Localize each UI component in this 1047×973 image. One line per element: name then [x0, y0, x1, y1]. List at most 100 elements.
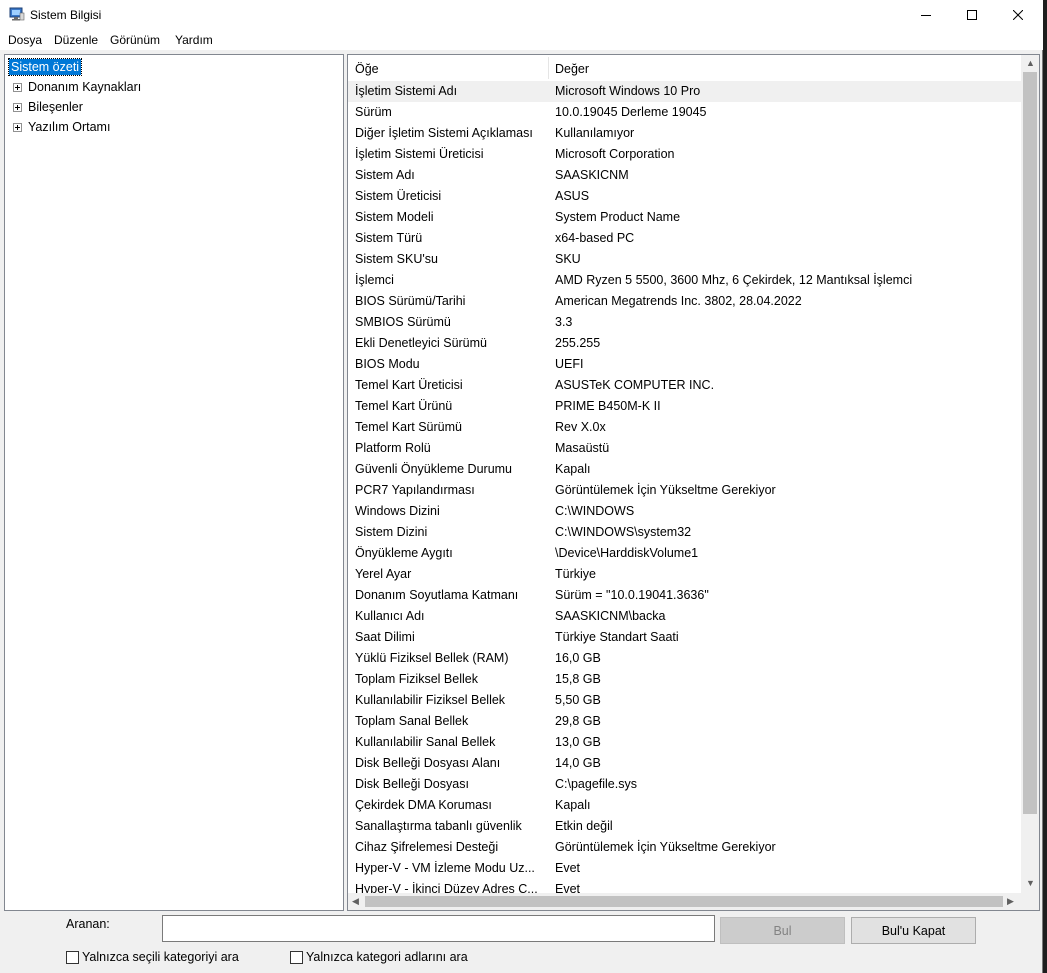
minimize-icon — [921, 15, 931, 16]
vertical-scrollbar[interactable]: ▲ ▼ — [1021, 55, 1039, 893]
table-row[interactable]: Donanım Soyutlama Katmanı Sürüm = "10.0.1… — [348, 585, 1021, 606]
menu-file[interactable]: Dosya — [8, 33, 42, 47]
title-bar[interactable]: Sistem Bilgisi — [0, 0, 1043, 30]
horizontal-scroll-thumb[interactable] — [365, 896, 1003, 907]
scroll-right-icon[interactable]: ▶ — [1007, 897, 1014, 906]
table-row[interactable]: Yüklü Fiziksel Bellek (RAM) 16,0 GB — [348, 648, 1021, 669]
table-row[interactable]: Platform Rolü Masaüstü — [348, 438, 1021, 459]
table-row[interactable]: Sistem Dizini C:\WINDOWS\system32 — [348, 522, 1021, 543]
table-row[interactable]: Kullanıcı Adı SAASKICNM\backa — [348, 606, 1021, 627]
row-item-cell: Yerel Ayar — [355, 567, 412, 581]
row-item-cell: Toplam Fiziksel Bellek — [355, 672, 478, 686]
expand-icon[interactable] — [13, 102, 22, 112]
table-row[interactable]: PCR7 Yapılandırması Görüntülemek İçin Yük… — [348, 480, 1021, 501]
row-item-cell: Önyükleme Aygıtı — [355, 546, 453, 560]
maximize-button[interactable] — [949, 0, 995, 30]
column-header-item[interactable]: Öğe — [355, 62, 379, 76]
row-item-cell: Güvenli Önyükleme Durumu — [355, 462, 513, 476]
table-row[interactable]: Sistem SKU'su SKU — [348, 249, 1021, 270]
table-row[interactable]: Windows Dizini C:\WINDOWS — [348, 501, 1021, 522]
table-row[interactable]: Saat Dilimi Türkiye Standart Saati — [348, 627, 1021, 648]
table-row[interactable]: Sistem Üreticisi ASUS — [348, 186, 1021, 207]
menu-view[interactable]: Görünüm — [110, 33, 160, 47]
tree-item-label: Bileşenler — [28, 100, 83, 114]
search-selected-category-checkbox[interactable] — [66, 950, 79, 964]
row-value-cell: Sürüm = "10.0.19041.3636" — [555, 588, 709, 602]
table-row[interactable]: Hyper-V - VM İzleme Modu Uz... Evet — [348, 858, 1021, 879]
table-row[interactable]: Ekli Denetleyici Sürümü 255.255 — [348, 333, 1021, 354]
table-row[interactable]: İşletim Sistemi Adı Microsoft Windows 10 … — [348, 81, 1021, 102]
search-selected-category-label: Yalnızca seçili kategoriyi ara — [82, 950, 239, 964]
table-row[interactable]: Önyükleme Aygıtı \Device\HarddiskVolume1 — [348, 543, 1021, 564]
row-value-cell: Kapalı — [555, 462, 591, 476]
row-value-cell: Türkiye Standart Saati — [555, 630, 679, 644]
row-item-cell: Sistem Modeli — [355, 210, 434, 224]
table-row[interactable]: Diğer İşletim Sistemi Açıklaması Kullanıl… — [348, 123, 1021, 144]
table-row[interactable]: Sanallaştırma tabanlı güvenlik Etkin deği… — [348, 816, 1021, 837]
category-tree[interactable]: Sistem özeti Donanım Kaynakları Bileşenl… — [4, 54, 344, 911]
table-row[interactable]: Disk Belleği Dosyası C:\pagefile.sys — [348, 774, 1021, 795]
table-row[interactable]: Sürüm 10.0.19045 Derleme 19045 — [348, 102, 1021, 123]
tree-item-components[interactable]: Bileşenler — [11, 98, 85, 116]
minimize-button[interactable] — [903, 0, 949, 30]
row-value-cell: 13,0 GB — [555, 735, 601, 749]
table-row[interactable]: SMBIOS Sürümü 3.3 — [348, 312, 1021, 333]
row-value-cell: 3.3 — [555, 315, 573, 329]
table-row[interactable]: Kullanılabilir Fiziksel Bellek 5,50 GB — [348, 690, 1021, 711]
table-row[interactable]: Güvenli Önyükleme Durumu Kapalı — [348, 459, 1021, 480]
row-value-cell: 15,8 GB — [555, 672, 601, 686]
table-row[interactable]: Kullanılabilir Sanal Bellek 13,0 GB — [348, 732, 1021, 753]
table-row[interactable]: Temel Kart Ürünü PRIME B450M-K II — [348, 396, 1021, 417]
window-title: Sistem Bilgisi — [30, 8, 102, 22]
row-value-cell: Evet — [555, 861, 581, 875]
close-window-button[interactable] — [995, 0, 1041, 30]
search-input[interactable] — [162, 915, 715, 942]
scrollbar-corner — [1021, 893, 1039, 910]
search-category-names-option[interactable]: Yalnızca kategori adlarını ara — [290, 950, 468, 964]
close-find-button[interactable]: Bul'u Kapat — [851, 917, 976, 944]
table-row[interactable]: Sistem Türü x64-based PC — [348, 228, 1021, 249]
row-value-cell: Görüntülemek İçin Yükseltme Gerekiyor — [555, 840, 776, 854]
scroll-down-icon[interactable]: ▼ — [1026, 879, 1035, 888]
table-row[interactable]: BIOS Modu UEFI — [348, 354, 1021, 375]
row-item-cell: İşlemci — [355, 273, 394, 287]
search-category-names-checkbox[interactable] — [290, 950, 303, 964]
table-row[interactable]: Temel Kart Sürümü Rev X.0x — [348, 417, 1021, 438]
search-selected-category-option[interactable]: Yalnızca seçili kategoriyi ara — [66, 950, 239, 964]
horizontal-scrollbar[interactable]: ◀ ▶ — [348, 893, 1021, 910]
vertical-scroll-thumb[interactable] — [1023, 72, 1037, 814]
table-row[interactable]: İşletim Sistemi Üreticisi Microsoft Corpo… — [348, 144, 1021, 165]
tree-item-hardware-resources[interactable]: Donanım Kaynakları — [11, 78, 143, 96]
row-value-cell: UEFI — [555, 357, 584, 371]
menu-help[interactable]: Yardım — [175, 33, 213, 47]
expand-icon[interactable] — [13, 82, 22, 92]
table-row[interactable]: İşlemci AMD Ryzen 5 5500, 3600 Mhz, 6 Çek… — [348, 270, 1021, 291]
table-row[interactable]: Disk Belleği Dosyası Alanı 14,0 GB — [348, 753, 1021, 774]
column-header-value[interactable]: Değer — [555, 62, 589, 76]
table-row[interactable]: Temel Kart Üreticisi ASUSTeK COMPUTER INC… — [348, 375, 1021, 396]
table-row[interactable]: Toplam Fiziksel Bellek 15,8 GB — [348, 669, 1021, 690]
table-row[interactable]: Cihaz Şifrelemesi Desteği Görüntülemek İç… — [348, 837, 1021, 858]
table-row[interactable]: BIOS Sürümü/Tarihi American Megatrends In… — [348, 291, 1021, 312]
table-row[interactable]: Hyper-V - İkinci Düzey Adres Ç... Evet — [348, 879, 1021, 893]
table-row[interactable]: Toplam Sanal Bellek 29,8 GB — [348, 711, 1021, 732]
row-item-cell: Disk Belleği Dosyası Alanı — [355, 756, 501, 770]
row-item-cell: Hyper-V - VM İzleme Modu Uz... — [355, 861, 535, 875]
expand-icon[interactable] — [13, 122, 22, 132]
find-button[interactable]: Bul — [720, 917, 845, 944]
tree-item-software-environment[interactable]: Yazılım Ortamı — [11, 118, 112, 136]
details-list[interactable]: Öğe Değer İşletim Sistemi Adı Microsoft W… — [347, 54, 1040, 911]
row-item-cell: Saat Dilimi — [355, 630, 415, 644]
row-item-cell: Yüklü Fiziksel Bellek (RAM) — [355, 651, 509, 665]
scroll-up-icon[interactable]: ▲ — [1026, 59, 1035, 68]
table-row[interactable]: Yerel Ayar Türkiye — [348, 564, 1021, 585]
table-row[interactable]: Çekirdek DMA Koruması Kapalı — [348, 795, 1021, 816]
tree-item-system-summary[interactable]: Sistem özeti — [7, 58, 83, 76]
menu-edit[interactable]: Düzenle — [54, 33, 98, 47]
table-row[interactable]: Sistem Adı SAASKICNM — [348, 165, 1021, 186]
scroll-left-icon[interactable]: ◀ — [352, 897, 359, 906]
row-value-cell: x64-based PC — [555, 231, 635, 245]
table-row[interactable]: Sistem Modeli System Product Name — [348, 207, 1021, 228]
background-window-edge — [1043, 0, 1047, 973]
column-divider[interactable] — [548, 57, 549, 79]
